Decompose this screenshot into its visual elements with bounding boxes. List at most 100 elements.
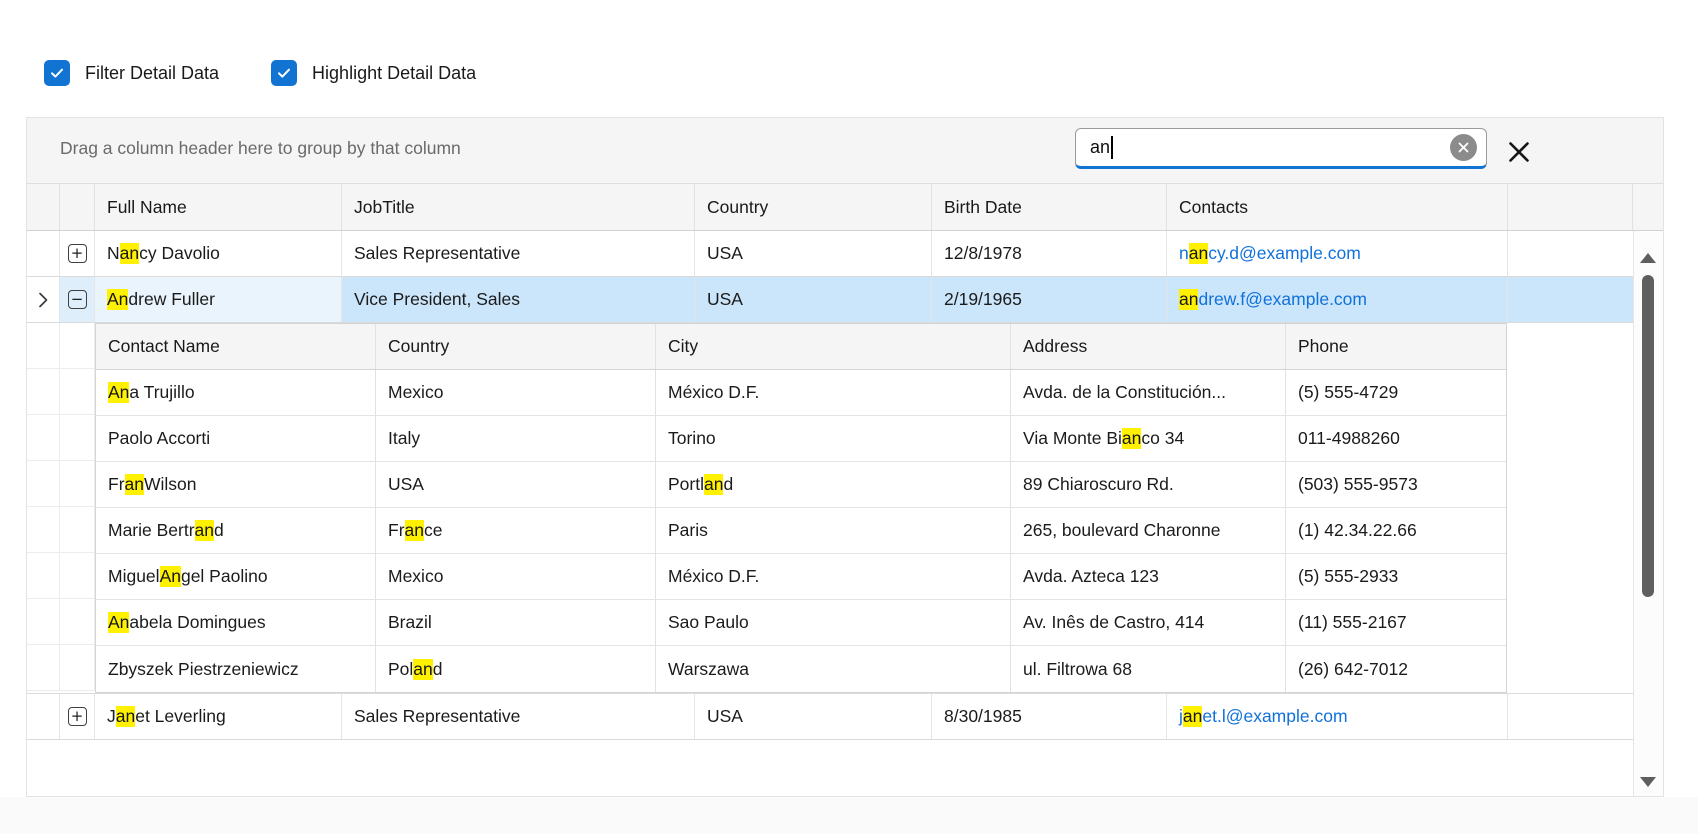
cell-phone[interactable]: (1) 42.34.22.66: [1286, 508, 1506, 553]
detail-grid: Contact NameCountryCityAddressPhoneAna T…: [95, 323, 1507, 693]
cell-birthdate[interactable]: 12/8/1978: [932, 231, 1167, 276]
cell-city[interactable]: México D.F.: [656, 554, 1011, 599]
search-clear-button[interactable]: [1450, 134, 1477, 161]
employee-row[interactable]: −Andrew FullerVice President, SalesUSA2/…: [27, 277, 1633, 323]
cell-contactname[interactable]: Zbyszek Piestrzeniewicz: [96, 646, 376, 692]
cell-country[interactable]: Brazil: [376, 600, 656, 645]
cell-contactname[interactable]: Marie Bertrand: [96, 508, 376, 553]
scroll-down-icon[interactable]: [1640, 777, 1656, 787]
cell-address[interactable]: 265, boulevard Charonne: [1011, 508, 1286, 553]
column-header-contacts[interactable]: Contacts: [1167, 184, 1508, 230]
cell-country[interactable]: Poland: [376, 646, 656, 692]
contact-row[interactable]: Miguel Angel PaolinoMexicoMéxico D.F.Avd…: [96, 554, 1506, 600]
gutter-cell: [60, 323, 95, 369]
expand-row-button[interactable]: +: [68, 707, 87, 726]
search-panel-close-button[interactable]: [1505, 138, 1533, 166]
cell-fullname[interactable]: Janet Leverling: [95, 694, 342, 739]
expander-cell: −: [60, 277, 95, 322]
expand-row-button[interactable]: +: [68, 244, 87, 263]
cell-country[interactable]: Mexico: [376, 554, 656, 599]
cell-address[interactable]: Av. Inês de Castro, 414: [1011, 600, 1286, 645]
cell-jobtitle[interactable]: Vice President, Sales: [342, 277, 695, 322]
cell-country[interactable]: USA: [695, 277, 932, 322]
column-header-jobtitle[interactable]: JobTitle: [342, 184, 695, 230]
cell-address[interactable]: Via Monte Bianco 34: [1011, 416, 1286, 461]
cell-contacts[interactable]: janet.l@example.com: [1167, 694, 1508, 739]
column-header-full-name[interactable]: Full Name: [95, 184, 342, 230]
contact-row[interactable]: Paolo AccortiItalyTorinoVia Monte Bianco…: [96, 416, 1506, 462]
page-bottom-background: [0, 797, 1698, 834]
filler-header: [1508, 184, 1633, 230]
filler-cell: [1508, 231, 1633, 276]
cell-city[interactable]: Portland: [656, 462, 1011, 507]
cell-country[interactable]: USA: [695, 694, 932, 739]
cell-country[interactable]: France: [376, 508, 656, 553]
column-header-address[interactable]: Address: [1011, 324, 1286, 369]
cell-birthdate[interactable]: 2/19/1965: [932, 277, 1167, 322]
row-indicator-cell: [27, 231, 60, 276]
cell-address[interactable]: Avda. de la Constitución...: [1011, 370, 1286, 415]
cell-country[interactable]: Italy: [376, 416, 656, 461]
scroll-up-icon[interactable]: [1640, 253, 1656, 263]
cell-country[interactable]: USA: [695, 231, 932, 276]
contact-row[interactable]: Anabela DominguesBrazilSao PauloAv. Inês…: [96, 600, 1506, 646]
search-match-highlight: an: [125, 474, 144, 495]
cell-contacts[interactable]: andrew.f@example.com: [1167, 277, 1508, 322]
contact-row[interactable]: Zbyszek PiestrzeniewiczPolandWarszawaul.…: [96, 646, 1506, 692]
cell-phone[interactable]: (5) 555-4729: [1286, 370, 1506, 415]
contact-row[interactable]: Marie BertrandFranceParis265, boulevard …: [96, 508, 1506, 554]
cell-city[interactable]: México D.F.: [656, 370, 1011, 415]
cell-phone[interactable]: (26) 642-7012: [1286, 646, 1506, 692]
scrollbar-thumb[interactable]: [1642, 275, 1654, 597]
column-header-contact-name[interactable]: Contact Name: [96, 324, 376, 369]
gutter-cell: [27, 507, 60, 553]
cell-address[interactable]: Avda. Azteca 123: [1011, 554, 1286, 599]
gutter-cell: [27, 599, 60, 645]
cell-address[interactable]: 89 Chiaroscuro Rd.: [1011, 462, 1286, 507]
contact-row[interactable]: Fran WilsonUSAPortland89 Chiaroscuro Rd.…: [96, 462, 1506, 508]
cell-city[interactable]: Sao Paulo: [656, 600, 1011, 645]
column-header-phone[interactable]: Phone: [1286, 324, 1506, 369]
cell-phone[interactable]: (11) 555-2167: [1286, 600, 1506, 645]
cell-contactname[interactable]: Paolo Accorti: [96, 416, 376, 461]
cell-country[interactable]: Mexico: [376, 370, 656, 415]
cell-contactname[interactable]: Miguel Angel Paolino: [96, 554, 376, 599]
data-grid: Drag a column header here to group by th…: [27, 118, 1663, 796]
employee-row[interactable]: + Janet LeverlingSales RepresentativeUSA8…: [27, 694, 1633, 740]
search-match-highlight: An: [108, 612, 129, 633]
column-header-birth-date[interactable]: Birth Date: [932, 184, 1167, 230]
cell-country[interactable]: USA: [376, 462, 656, 507]
cell-contactname[interactable]: Ana Trujillo: [96, 370, 376, 415]
contact-row[interactable]: Ana TrujilloMexicoMéxico D.F.Avda. de la…: [96, 370, 1506, 416]
cell-phone[interactable]: 011-4988260: [1286, 416, 1506, 461]
cell-birthdate[interactable]: 8/30/1985: [932, 694, 1167, 739]
column-header-country[interactable]: Country: [376, 324, 656, 369]
cell-city[interactable]: Warszawa: [656, 646, 1011, 692]
expander-cell: +: [60, 231, 95, 276]
cell-phone[interactable]: (5) 555-2933: [1286, 554, 1506, 599]
cell-address[interactable]: ul. Filtrowa 68: [1011, 646, 1286, 692]
cell-fullname[interactable]: Andrew Fuller: [95, 277, 342, 322]
group-by-panel[interactable]: Drag a column header here to group by th…: [27, 118, 1663, 184]
cell-jobtitle[interactable]: Sales Representative: [342, 694, 695, 739]
cell-city[interactable]: Paris: [656, 508, 1011, 553]
vertical-scrollbar[interactable]: [1633, 231, 1663, 796]
cell-contacts[interactable]: nancy.d@example.com: [1167, 231, 1508, 276]
cell-phone[interactable]: (503) 555-9573: [1286, 462, 1506, 507]
cell-city[interactable]: Torino: [656, 416, 1011, 461]
employee-row[interactable]: + Nancy DavolioSales RepresentativeUSA12/…: [27, 231, 1633, 277]
search-match-highlight: an: [405, 520, 424, 541]
column-header-city[interactable]: City: [656, 324, 1011, 369]
cell-jobtitle[interactable]: Sales Representative: [342, 231, 695, 276]
cell-contactname[interactable]: Fran Wilson: [96, 462, 376, 507]
collapse-row-button[interactable]: −: [68, 290, 87, 309]
gutter-cell: [27, 323, 60, 369]
search-input[interactable]: an: [1075, 128, 1487, 169]
row-indicator-cell: [27, 694, 60, 739]
cell-fullname[interactable]: Nancy Davolio: [95, 231, 342, 276]
gutter-cell: [60, 415, 95, 461]
column-header-country[interactable]: Country: [695, 184, 932, 230]
cell-contactname[interactable]: Anabela Domingues: [96, 600, 376, 645]
filter-detail-data-checkbox[interactable]: Filter Detail Data: [44, 60, 219, 86]
highlight-detail-data-checkbox[interactable]: Highlight Detail Data: [271, 60, 476, 86]
